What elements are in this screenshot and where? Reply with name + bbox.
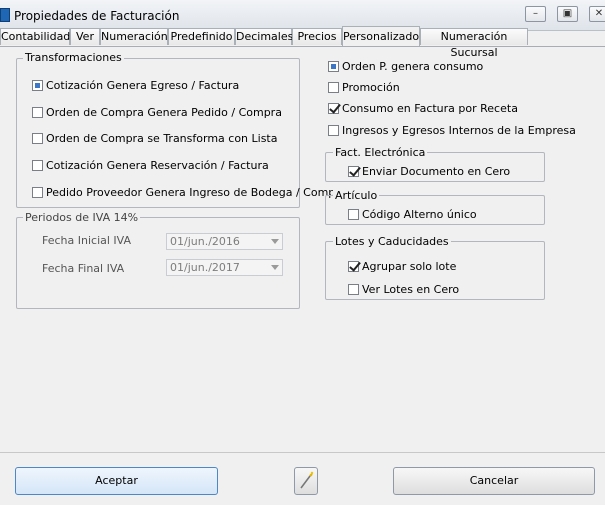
fact-electronica-title: Fact. Electrónica (333, 146, 428, 159)
transformaciones-title: Transformaciones (23, 51, 124, 64)
orden-compra-pedido-checkbox[interactable] (32, 107, 43, 118)
fecha-inicial-picker[interactable]: 01/jun./2016 (166, 233, 283, 250)
fecha-final-value: 01/jun./2017 (170, 261, 240, 274)
tab-precios[interactable]: Precios (292, 28, 342, 45)
tab-contabilidad[interactable]: Contabilidad (0, 28, 70, 45)
tab-predefinido[interactable]: Predefinido (168, 28, 235, 45)
restore-icon: ▣ (562, 8, 573, 19)
fecha-inicial-value: 01/jun./2016 (170, 235, 240, 248)
close-icon: ✕ (594, 8, 604, 19)
window-title: Propiedades de Facturación (14, 9, 180, 23)
tab-numeracion-sucursal[interactable]: Numeración Sucursal (420, 28, 528, 59)
enviar-documento-cero-checkbox[interactable] (348, 166, 359, 177)
codigo-alterno-label: Código Alterno único (362, 208, 477, 221)
orden-compra-lista-checkbox[interactable] (32, 133, 43, 144)
orden-p-consumo-checkbox[interactable] (328, 61, 339, 72)
fecha-inicial-label: Fecha Inicial IVA (42, 234, 132, 247)
cotizacion-reservacion-label: Cotización Genera Reservación / Factura (46, 159, 269, 172)
chevron-down-icon (271, 239, 279, 244)
magic-wand-icon (300, 471, 314, 489)
consumo-receta-checkbox[interactable] (328, 103, 339, 114)
ver-lotes-cero-label: Ver Lotes en Cero (362, 283, 460, 296)
tab-decimales[interactable]: Decimales (235, 28, 293, 45)
cancel-button[interactable]: Cancelar (393, 467, 595, 495)
orden-compra-lista-label: Orden de Compra se Transforma con Lista (46, 132, 278, 145)
restore-button[interactable]: ▣ (557, 6, 578, 22)
accept-button[interactable]: Aceptar (15, 467, 218, 495)
tab-personalizado[interactable]: Personalizado (342, 26, 420, 46)
fecha-final-picker[interactable]: 01/jun./2017 (166, 259, 283, 276)
agrupar-lote-checkbox[interactable] (348, 261, 359, 272)
consumo-receta-label: Consumo en Factura por Receta (342, 102, 518, 115)
footer-divider (0, 452, 605, 453)
articulo-title: Artículo (333, 189, 380, 202)
cotizacion-egreso-label: Cotización Genera Egreso / Factura (46, 79, 240, 92)
cotizacion-egreso-checkbox[interactable] (32, 80, 43, 91)
promocion-checkbox[interactable] (328, 82, 339, 93)
minimize-icon: – (533, 8, 538, 19)
title-bar: Propiedades de Facturación – ▣ ✕ (0, 0, 605, 31)
promocion-label: Promoción (342, 81, 400, 94)
chevron-down-icon (271, 265, 279, 270)
codigo-alterno-checkbox[interactable] (348, 209, 359, 220)
tab-numeracion[interactable]: Numeración (100, 28, 168, 45)
tab-strip: Contabilidad Ver Numeración Predefinido … (0, 26, 605, 59)
agrupar-lote-label: Agrupar solo lote (362, 260, 457, 273)
ingresos-egresos-label: Ingresos y Egresos Internos de la Empres… (342, 124, 576, 137)
ver-lotes-cero-checkbox[interactable] (348, 284, 359, 295)
minimize-button[interactable]: – (525, 6, 546, 22)
app-icon (0, 8, 10, 22)
orden-p-consumo-label: Orden P. genera consumo (342, 60, 484, 73)
tab-ver[interactable]: Ver (70, 28, 100, 45)
enviar-documento-cero-label: Enviar Documento en Cero (362, 165, 511, 178)
pedido-proveedor-checkbox[interactable] (32, 187, 43, 198)
fecha-final-label: Fecha Final IVA (42, 262, 125, 275)
lotes-title: Lotes y Caducidades (333, 235, 451, 248)
close-button[interactable]: ✕ (589, 6, 605, 22)
cotizacion-reservacion-checkbox[interactable] (32, 160, 43, 171)
wand-button[interactable] (294, 467, 318, 495)
periodos-iva-title: Periodos de IVA 14% (23, 211, 141, 224)
ingresos-egresos-checkbox[interactable] (328, 125, 339, 136)
orden-compra-pedido-label: Orden de Compra Genera Pedido / Compra (46, 106, 282, 119)
pedido-proveedor-label: Pedido Proveedor Genera Ingreso de Bodeg… (46, 186, 347, 199)
